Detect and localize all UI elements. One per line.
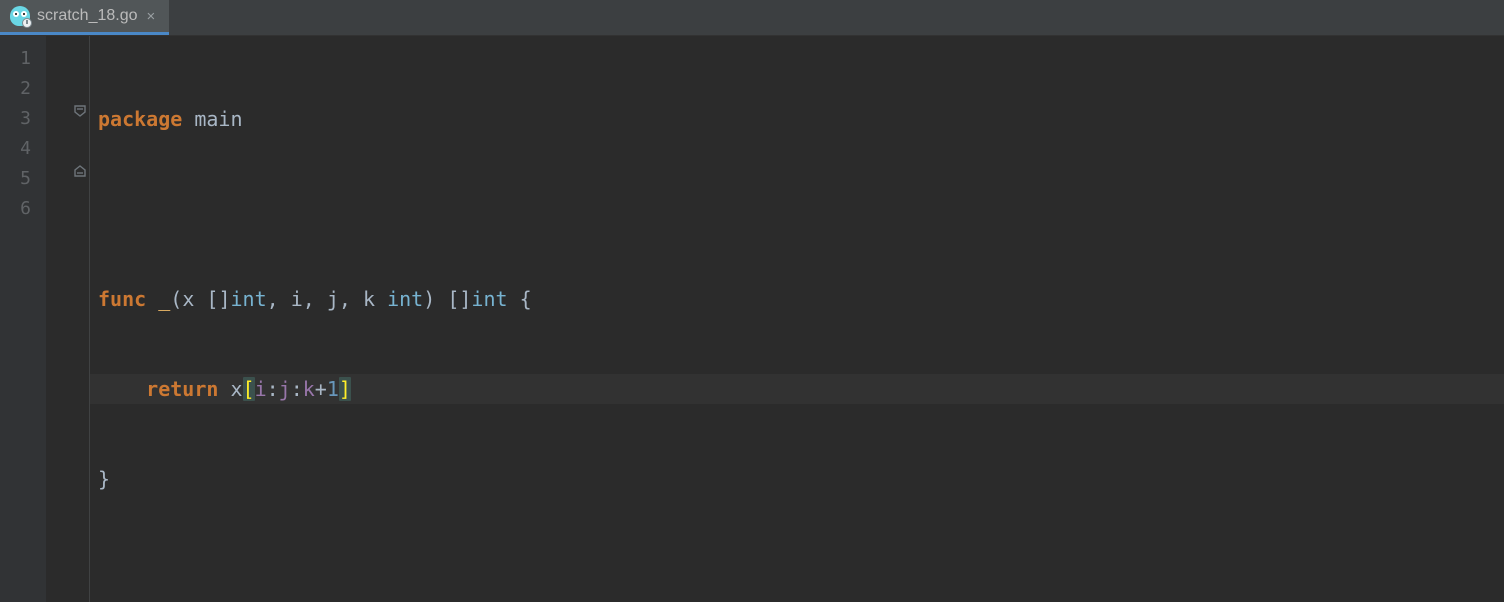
operator: : bbox=[267, 377, 279, 401]
keyword: package bbox=[98, 107, 182, 131]
keyword: return bbox=[146, 377, 218, 401]
code-line[interactable]: } bbox=[90, 464, 1504, 494]
type: int bbox=[387, 287, 423, 311]
punct: [ bbox=[206, 287, 218, 311]
tab-close-icon[interactable]: × bbox=[145, 9, 158, 24]
code-line[interactable] bbox=[90, 554, 1504, 584]
punct: , bbox=[267, 287, 279, 311]
identifier: i bbox=[255, 377, 267, 401]
punct: [ bbox=[447, 287, 459, 311]
fold-open-icon[interactable] bbox=[74, 105, 86, 117]
param: x bbox=[182, 287, 194, 311]
code-editor[interactable]: 1 2 3 4 5 6 package main func _(x []int,… bbox=[0, 36, 1504, 602]
identifier: j bbox=[279, 377, 291, 401]
line-number: 3 bbox=[0, 104, 45, 134]
code-line[interactable]: package main bbox=[90, 104, 1504, 134]
code-area[interactable]: package main func _(x []int, i, j, k int… bbox=[90, 36, 1504, 602]
editor-tab[interactable]: scratch_18.go × bbox=[0, 0, 169, 35]
fold-column bbox=[46, 36, 90, 602]
bracket-match-icon: ] bbox=[339, 377, 351, 401]
identifier: main bbox=[194, 107, 242, 131]
line-number: 4 bbox=[0, 134, 45, 164]
keyword: func bbox=[98, 287, 146, 311]
punct: ] bbox=[459, 287, 471, 311]
punct: } bbox=[98, 467, 110, 491]
bracket-match-icon: [ bbox=[243, 377, 255, 401]
tab-bar: scratch_18.go × bbox=[0, 0, 1504, 36]
code-line[interactable]: func _(x []int, i, j, k int) []int { bbox=[90, 284, 1504, 314]
number-literal: 1 bbox=[327, 377, 339, 401]
go-file-icon bbox=[10, 6, 30, 26]
operator: + bbox=[315, 377, 327, 401]
param: i bbox=[291, 287, 303, 311]
param: k bbox=[363, 287, 375, 311]
line-number: 1 bbox=[0, 44, 45, 74]
punct: ) bbox=[423, 287, 435, 311]
line-number: 6 bbox=[0, 194, 45, 224]
line-number-gutter: 1 2 3 4 5 6 bbox=[0, 36, 46, 602]
function-name: _ bbox=[158, 287, 170, 311]
punct: , bbox=[303, 287, 315, 311]
identifier: x bbox=[230, 377, 242, 401]
operator: : bbox=[291, 377, 303, 401]
line-number: 2 bbox=[0, 74, 45, 104]
line-number: 5 bbox=[0, 164, 45, 194]
fold-close-icon[interactable] bbox=[74, 165, 86, 177]
type: int bbox=[471, 287, 507, 311]
code-line-current[interactable]: return x[i:j:k+1] bbox=[90, 374, 1504, 404]
identifier: k bbox=[303, 377, 315, 401]
punct: ( bbox=[170, 287, 182, 311]
code-line[interactable] bbox=[90, 194, 1504, 224]
punct: , bbox=[339, 287, 351, 311]
punct: { bbox=[520, 287, 532, 311]
type: int bbox=[231, 287, 267, 311]
param: j bbox=[327, 287, 339, 311]
punct: ] bbox=[218, 287, 230, 311]
tab-filename: scratch_18.go bbox=[37, 7, 138, 25]
